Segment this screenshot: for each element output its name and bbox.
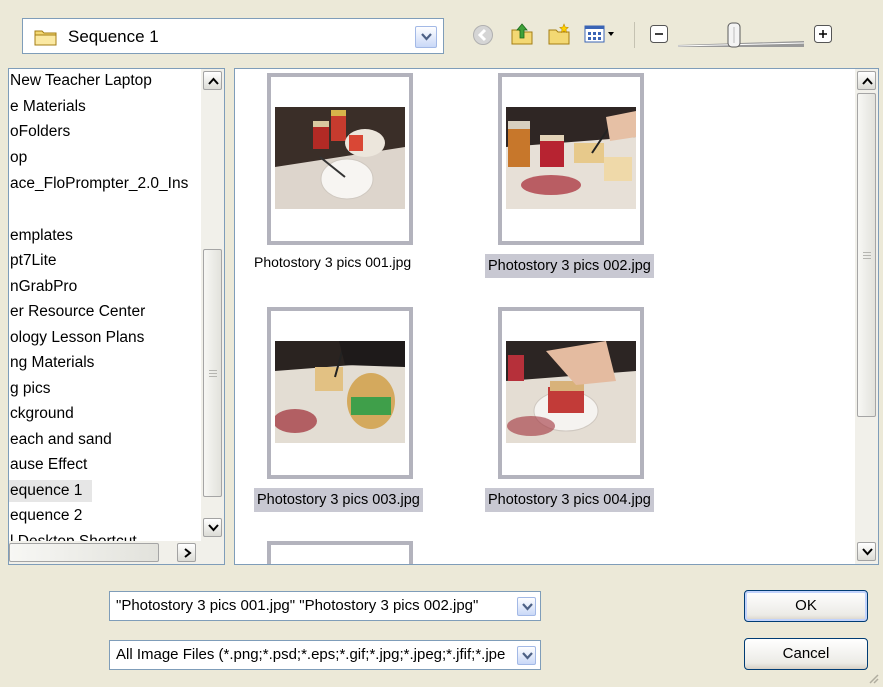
tree-item[interactable]: emplates	[9, 225, 73, 247]
folder-tree[interactable]: New Teacher Laptop e Materials oFolders …	[8, 68, 225, 565]
toolbar-separator	[634, 22, 635, 48]
tree-item[interactable]: nGrabPro	[9, 276, 77, 298]
file-tile-partial[interactable]	[267, 541, 413, 564]
file-tile[interactable]	[485, 303, 644, 486]
chevron-down-icon	[421, 33, 432, 41]
scroll-grip	[863, 252, 871, 260]
back-arrow-icon[interactable]	[472, 24, 494, 46]
thumbnail-frame	[267, 73, 413, 245]
tree-item[interactable]: ology Lesson Plans	[9, 327, 144, 349]
tree-item[interactable]: er Resource Center	[9, 301, 145, 323]
folder-icon	[34, 30, 57, 46]
file-name[interactable]: Photostory 3 pics 003.jpg	[254, 488, 423, 512]
thumbnail-image	[275, 107, 405, 209]
views-menu-icon[interactable]	[584, 24, 618, 46]
file-name[interactable]: Photostory 3 pics 002.jpg	[485, 254, 654, 278]
tree-scroll-down-button[interactable]	[203, 518, 222, 537]
tree-horizontal-scrollbar[interactable]	[9, 541, 224, 564]
filename-dropdown-button[interactable]	[517, 597, 536, 616]
chevron-up-icon	[208, 77, 219, 85]
tree-item[interactable]: ause Effect	[9, 454, 87, 476]
filename-value: "Photostory 3 pics 001.jpg" "Photostory …	[116, 597, 479, 614]
tree-item-selected[interactable]: equence 1	[9, 480, 92, 502]
cancel-button[interactable]: Cancel	[744, 638, 868, 670]
file-tile[interactable]	[485, 69, 644, 252]
scroll-down-button[interactable]	[857, 542, 876, 561]
file-tile[interactable]	[254, 303, 413, 486]
file-view-scroll-thumb[interactable]	[857, 93, 876, 417]
thumbnail-frame	[498, 307, 644, 479]
tree-item[interactable]: ace_FloPrompter_2.0_Ins	[9, 173, 188, 195]
up-folder-icon[interactable]	[510, 22, 534, 46]
chevron-down-icon	[208, 524, 219, 532]
chevron-down-icon	[862, 548, 873, 556]
minus-icon[interactable]	[650, 25, 668, 43]
thumbnail-image	[506, 341, 636, 443]
plus-icon[interactable]	[814, 25, 832, 43]
tree-item[interactable]: oFolders	[9, 121, 70, 143]
tree-item[interactable]: each and sand	[9, 429, 112, 451]
resize-grip-icon[interactable]	[867, 672, 879, 684]
filetype-field[interactable]: All Image Files (*.png;*.psd;*.eps;*.gif…	[109, 640, 541, 670]
filetype-value: All Image Files (*.png;*.psd;*.eps;*.gif…	[116, 646, 506, 663]
location-dropdown-button[interactable]	[415, 26, 437, 48]
thumbnail-image	[275, 341, 405, 443]
scroll-grip	[209, 370, 217, 378]
tree-scroll-up-button[interactable]	[203, 71, 222, 90]
file-tile[interactable]	[254, 69, 413, 252]
zoom-slider-track[interactable]	[677, 34, 805, 47]
new-folder-icon[interactable]	[547, 22, 571, 46]
tree-item[interactable]: equence 2	[9, 505, 82, 527]
tree-item[interactable]	[9, 199, 10, 221]
file-view[interactable]: Photostory 3 pics 001.jpg Photostory 3 p…	[234, 68, 879, 565]
tree-item[interactable]: pt7Lite	[9, 250, 57, 272]
filename-field[interactable]: "Photostory 3 pics 001.jpg" "Photostory …	[109, 591, 541, 621]
tree-item[interactable]: ckground	[9, 403, 74, 425]
tree-item[interactable]: op	[9, 147, 27, 169]
tree-scroll-thumb[interactable]	[203, 249, 222, 497]
tree-item[interactable]: ng Materials	[9, 352, 94, 374]
file-view-vertical-scrollbar[interactable]	[855, 69, 878, 564]
tree-hscroll-thumb[interactable]	[9, 543, 159, 562]
thumbnail-frame	[498, 73, 644, 245]
tree-item[interactable]: New Teacher Laptop	[9, 70, 152, 92]
location-combo[interactable]: Sequence 1	[22, 18, 444, 54]
location-text: Sequence 1	[68, 27, 159, 46]
thumbnail-image	[506, 107, 636, 209]
chevron-right-icon	[184, 548, 192, 558]
chevron-down-icon	[522, 603, 533, 611]
chevron-up-icon	[862, 77, 873, 85]
tree-vertical-scrollbar[interactable]	[201, 69, 224, 541]
file-name[interactable]: Photostory 3 pics 004.jpg	[485, 488, 654, 512]
scroll-up-button[interactable]	[857, 71, 876, 90]
ok-button[interactable]: OK	[744, 590, 868, 622]
file-name[interactable]: Photostory 3 pics 001.jpg	[254, 254, 411, 278]
filetype-dropdown-button[interactable]	[517, 646, 536, 665]
zoom-slider-thumb[interactable]	[727, 22, 741, 48]
thumbnail-frame	[267, 307, 413, 479]
tree-item[interactable]: e Materials	[9, 96, 86, 118]
tree-item[interactable]: g pics	[9, 378, 51, 400]
chevron-down-icon	[522, 652, 533, 660]
tree-scroll-right-button[interactable]	[177, 543, 196, 562]
